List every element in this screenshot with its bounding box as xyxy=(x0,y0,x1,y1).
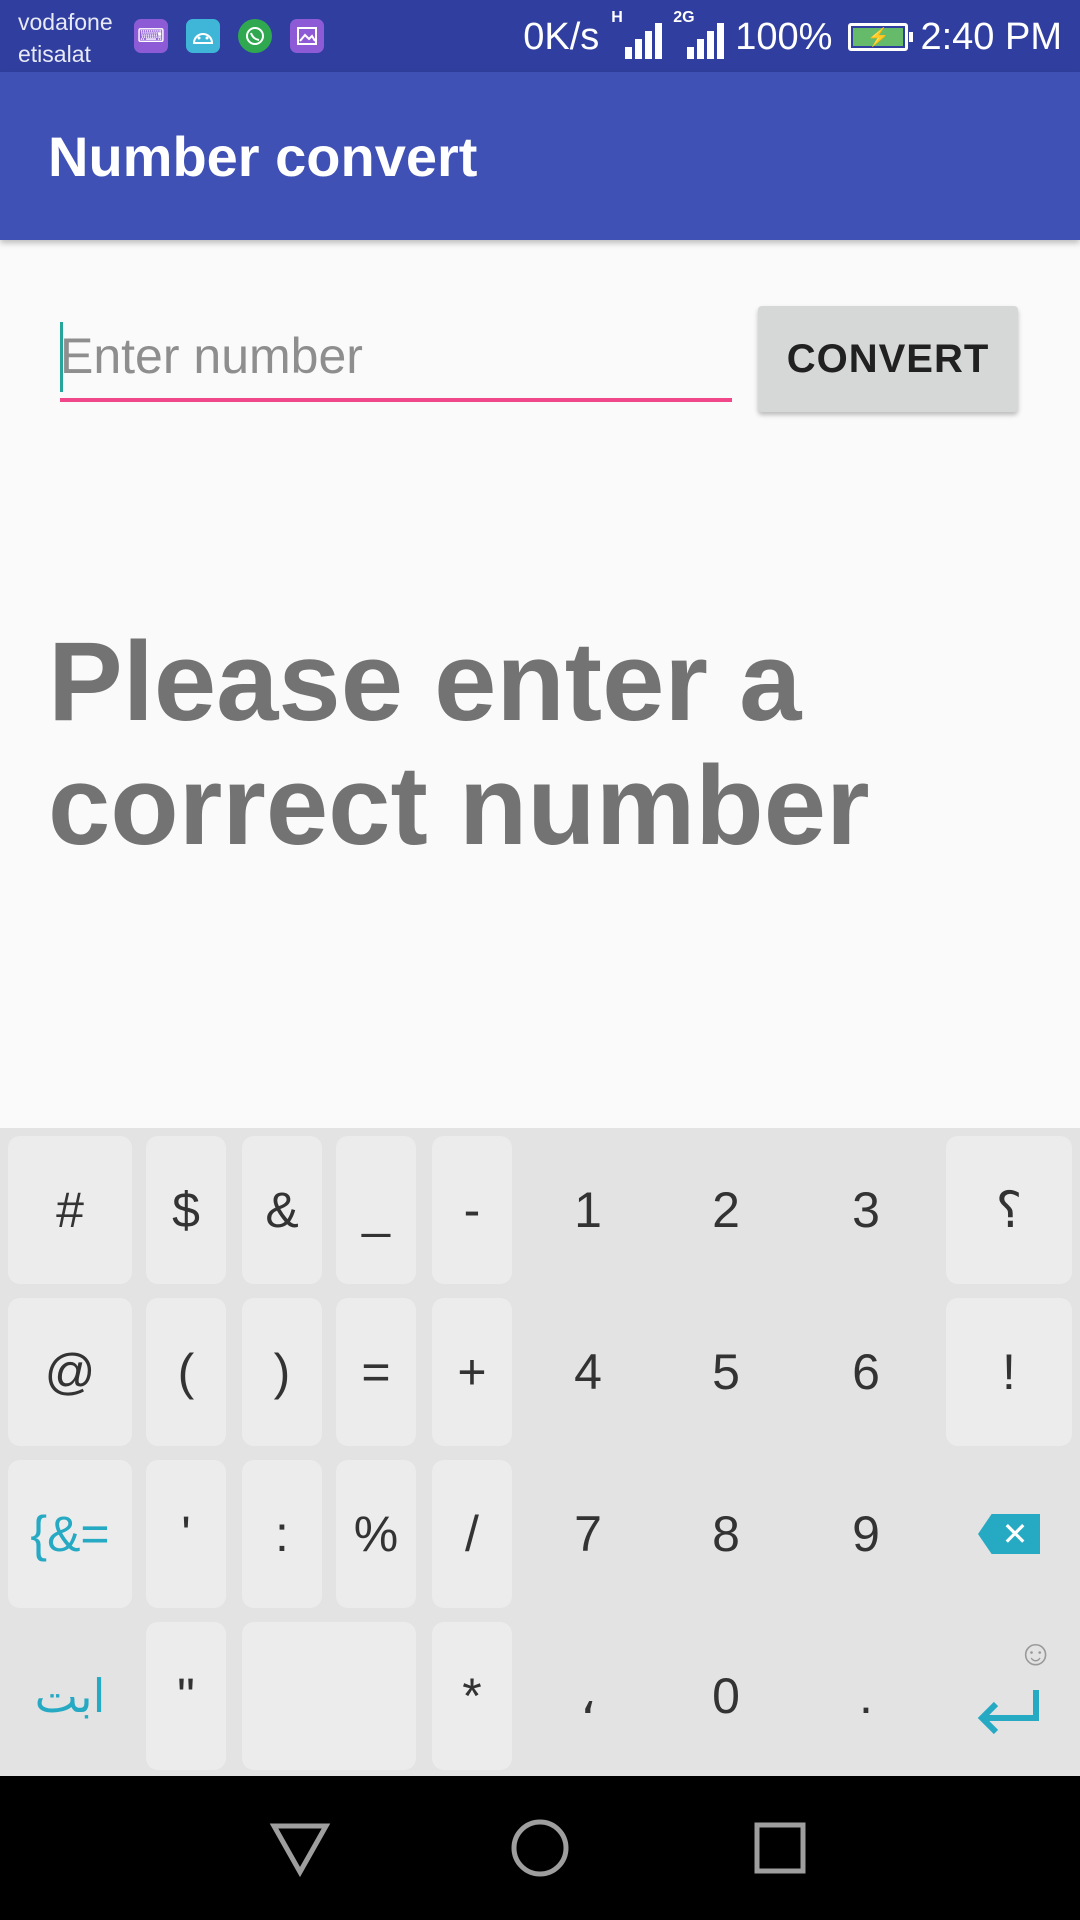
key-arabic-question[interactable]: ؟ xyxy=(946,1136,1072,1284)
number-input[interactable] xyxy=(60,314,732,402)
key-underscore[interactable]: _ xyxy=(336,1136,416,1284)
recents-icon[interactable] xyxy=(748,1816,812,1880)
battery-percent: 100% xyxy=(735,15,833,58)
android-icon xyxy=(186,19,220,53)
backspace-icon: ✕ xyxy=(978,1514,1040,1554)
gallery-icon xyxy=(290,19,324,53)
key-enter[interactable]: ☺ xyxy=(946,1622,1072,1770)
back-icon[interactable] xyxy=(268,1816,332,1880)
signal-2g-icon: 2G xyxy=(673,9,725,59)
app-title: Number convert xyxy=(48,125,478,188)
clock: 2:40 PM xyxy=(920,15,1062,58)
key-8[interactable]: 8 xyxy=(668,1460,784,1608)
whatsapp-icon xyxy=(238,19,272,53)
result-message: Please enter a correct number xyxy=(48,619,870,868)
status-right-group: 0K/s H 2G 100% ⚡ 2:40 PM xyxy=(523,9,1062,62)
key-hyphen[interactable]: - xyxy=(432,1136,512,1284)
key-at[interactable]: @ xyxy=(8,1298,132,1446)
key-4[interactable]: 4 xyxy=(530,1298,646,1446)
key-colon[interactable]: : xyxy=(242,1460,322,1608)
key-9[interactable]: 9 xyxy=(808,1460,924,1608)
carrier-line-2: etisalat xyxy=(18,41,91,67)
key-double-quote[interactable]: " xyxy=(146,1622,226,1770)
navigation-bar xyxy=(0,1776,1080,1920)
home-icon[interactable] xyxy=(508,1816,572,1880)
key-ampersand[interactable]: & xyxy=(242,1136,322,1284)
key-1[interactable]: 1 xyxy=(530,1136,646,1284)
key-exclamation[interactable]: ! xyxy=(946,1298,1072,1446)
key-2[interactable]: 2 xyxy=(668,1136,784,1284)
signal-h-icon: H xyxy=(611,9,663,59)
key-0[interactable]: 0 xyxy=(668,1622,784,1770)
number-input-wrapper xyxy=(60,314,732,404)
key-asterisk[interactable]: * xyxy=(432,1622,512,1770)
key-symbols-toggle[interactable]: {&= xyxy=(8,1460,132,1608)
key-5[interactable]: 5 xyxy=(668,1298,784,1446)
status-bar: vodafone etisalat ⌨ 0K/s H 2G 100% ⚡ 2:4… xyxy=(0,0,1080,72)
convert-button[interactable]: CONVERT xyxy=(758,306,1018,412)
key-dollar[interactable]: $ xyxy=(146,1136,226,1284)
key-percent[interactable]: % xyxy=(336,1460,416,1608)
keyboard-icon: ⌨ xyxy=(134,19,168,53)
key-apostrophe[interactable]: ' xyxy=(146,1460,226,1608)
key-7[interactable]: 7 xyxy=(530,1460,646,1608)
key-equals[interactable]: = xyxy=(336,1298,416,1446)
network-speed: 0K/s xyxy=(523,15,600,58)
signal-2g-tag: 2G xyxy=(673,9,695,26)
signal-h-tag: H xyxy=(611,9,623,26)
key-hash[interactable]: # xyxy=(8,1136,132,1284)
key-space[interactable] xyxy=(242,1622,416,1770)
key-period[interactable]: . xyxy=(808,1622,924,1770)
key-arabic-layout[interactable]: ابت xyxy=(8,1622,132,1770)
text-cursor xyxy=(60,322,63,392)
app-bar: Number convert xyxy=(0,72,1080,240)
battery-fill: ⚡ xyxy=(853,27,904,47)
enter-icon xyxy=(977,1690,1039,1735)
key-3[interactable]: 3 xyxy=(808,1136,924,1284)
key-plus[interactable]: + xyxy=(432,1298,512,1446)
key-6[interactable]: 6 xyxy=(808,1298,924,1446)
key-arabic-comma[interactable]: ، xyxy=(530,1622,646,1770)
carrier-names: vodafone etisalat xyxy=(18,6,138,70)
emoji-icon: ☺ xyxy=(1017,1632,1054,1673)
battery-icon: ⚡ xyxy=(848,23,914,51)
key-slash[interactable]: / xyxy=(432,1460,512,1608)
key-backspace[interactable]: ✕ xyxy=(946,1460,1072,1608)
soft-keyboard: # $ & _ - 1 2 3 ؟ @ ( ) = + 4 5 6 ! {&= … xyxy=(0,1128,1080,1776)
key-paren-close[interactable]: ) xyxy=(242,1298,322,1446)
key-paren-open[interactable]: ( xyxy=(146,1298,226,1446)
carrier-line-1: vodafone xyxy=(18,9,113,35)
notification-icons: ⌨ xyxy=(134,19,324,53)
